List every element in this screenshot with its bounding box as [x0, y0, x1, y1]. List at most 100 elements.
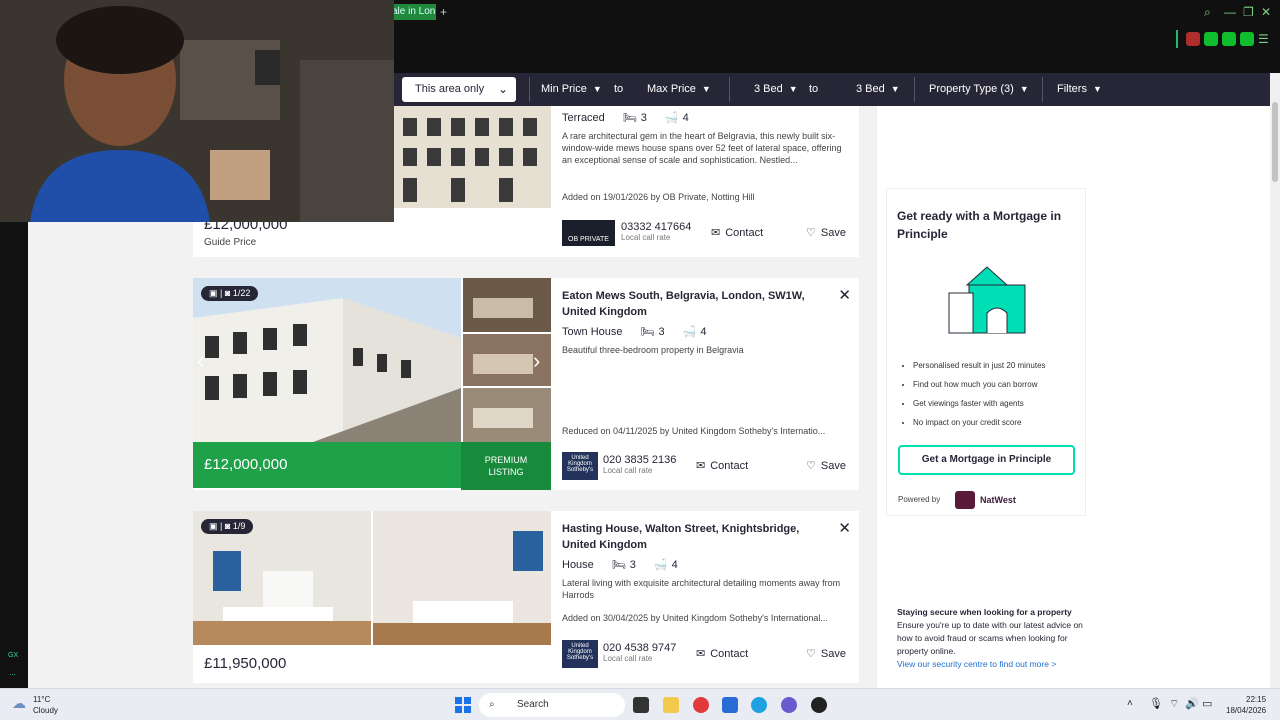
contact-button[interactable]: ✉ Contact — [696, 647, 748, 661]
bed-count: 🛏 3 — [640, 325, 665, 339]
clock-date[interactable]: 18/04/2026 — [1226, 706, 1266, 715]
profile-icon[interactable] — [1222, 32, 1236, 46]
chevron-down-icon: ⌄ — [497, 82, 508, 96]
mail-icon: ✉ — [696, 648, 706, 660]
listing-address[interactable]: Eaton Mews South, Belgravia, London, SW1… — [562, 288, 822, 320]
minimize-icon[interactable]: — — [1224, 5, 1236, 19]
store-icon[interactable] — [722, 697, 738, 713]
discord-icon[interactable] — [781, 697, 797, 713]
bath-count: 🛁 4 — [664, 111, 689, 125]
max-price-dropdown[interactable]: Max Price ▼ — [647, 73, 711, 106]
taskbar-search[interactable]: ⌕ Search — [479, 693, 625, 717]
listing-info: Eaton Mews South, Belgravia, London, SW1… — [562, 278, 849, 356]
agent-logo[interactable]: OB PRIVATE — [562, 220, 615, 246]
bath-count: 🛁 4 — [653, 558, 678, 572]
added-date: Added on 19/01/2026 by OB Private, Notti… — [562, 192, 755, 202]
property-type: Town House — [562, 325, 623, 338]
webcam-overlay — [0, 0, 394, 222]
agent-logo[interactable]: United Kingdom Sotheby's — [562, 640, 598, 668]
clock-time[interactable]: 22:15 — [1246, 695, 1266, 704]
save-button[interactable]: ♡ Save — [806, 226, 846, 240]
bed-count: 🛏 3 — [611, 558, 636, 572]
close-icon[interactable]: ✕ — [838, 286, 851, 304]
bath-icon: 🛁 — [653, 559, 668, 571]
gx-label[interactable]: GX — [8, 652, 18, 659]
property-type: Terraced — [562, 111, 605, 124]
bath-count: 🛁 4 — [682, 325, 707, 339]
search-filter-bar: This area only ⌄ Min Price ▼ to Max Price… — [394, 73, 1270, 106]
save-button[interactable]: ♡ Save — [806, 647, 846, 661]
opera-icon[interactable] — [693, 697, 709, 713]
next-image-arrow[interactable]: › — [533, 348, 540, 374]
listing-address[interactable]: Hasting House, Walton Street, Knightsbri… — [562, 521, 822, 553]
browser-tab[interactable]: ale in Lon — [388, 4, 436, 20]
photo-counter: ▣ | ◙ 1/9 — [201, 519, 254, 534]
security-text: Ensure you're up to date with our latest… — [897, 620, 1083, 656]
task-view-icon[interactable] — [633, 697, 649, 713]
mail-icon: ✉ — [711, 227, 721, 239]
listing-card[interactable]: ▣ | ◙ 1/22 ‹ › £12,000,000 PREMIUM LISTI… — [193, 278, 859, 490]
natwest-logo — [955, 491, 975, 509]
listing-info: Hasting House, Walton Street, Knightsbri… — [562, 511, 849, 601]
weather-temp[interactable]: 11°C — [33, 695, 50, 704]
agent-logo[interactable]: United Kingdom Sotheby's — [562, 452, 598, 480]
min-bed-dropdown[interactable]: 3 Bed ▼ — [754, 73, 798, 106]
added-date: Added on 30/04/2025 by United Kingdom So… — [562, 613, 828, 623]
contact-button[interactable]: ✉ Contact — [696, 459, 748, 473]
microphone-icon[interactable]: 🎙 — [1149, 697, 1163, 710]
security-link[interactable]: View our security centre to find out mor… — [897, 659, 1056, 669]
weather-icon: ☁ — [12, 695, 26, 711]
chevron-up-icon[interactable]: ˄ — [1127, 698, 1133, 709]
wifi-icon[interactable]: ⌔ — [1169, 697, 1179, 711]
max-bed-dropdown[interactable]: 3 Bed ▼ — [856, 73, 900, 106]
property-type-dropdown[interactable]: Property Type (3) ▼ — [929, 73, 1029, 106]
agent-phone[interactable]: 020 3835 2136 Local call rate — [603, 454, 676, 475]
mortgage-button[interactable]: Get a Mortgage in Principle — [898, 445, 1075, 475]
filters-label: Filters — [1057, 83, 1087, 95]
volume-icon[interactable]: 🔊 — [1185, 697, 1199, 710]
min-price-label: Min Price — [541, 83, 587, 95]
bath-icon: 🛁 — [682, 326, 697, 338]
edge-icon[interactable] — [751, 697, 767, 713]
agent-phone[interactable]: 020 4538 9747 Local call rate — [603, 642, 676, 663]
download-icon[interactable] — [1240, 32, 1254, 46]
powered-by: Powered by — [898, 495, 941, 504]
max-price-label: Max Price — [647, 83, 696, 95]
min-price-dropdown[interactable]: Min Price ▼ — [541, 73, 602, 106]
battery-icon[interactable]: ▭ — [1202, 697, 1212, 710]
area-dropdown[interactable]: This area only ⌄ — [402, 77, 516, 102]
save-button[interactable]: ♡ Save — [806, 459, 846, 473]
filters-button[interactable]: Filters ▼ — [1057, 73, 1102, 106]
contact-button[interactable]: ✉ Contact — [711, 226, 763, 240]
chevron-down-icon: ▼ — [1092, 84, 1102, 94]
listing-image[interactable] — [393, 106, 551, 208]
restore-icon[interactable]: ❐ — [1243, 5, 1254, 19]
close-icon[interactable]: ✕ — [838, 519, 851, 537]
image-icon: ▣ — [209, 521, 218, 531]
listing-gallery[interactable]: ▣ | ◙ 1/22 ‹ › — [193, 278, 551, 442]
agent-phone[interactable]: 03332 417664 Local call rate — [621, 221, 691, 242]
menu-icon[interactable]: ☰ — [1258, 32, 1269, 46]
search-icon[interactable]: ⌕ — [1204, 5, 1211, 20]
extension-icon[interactable] — [1186, 32, 1200, 46]
new-tab-button[interactable]: + — [440, 4, 447, 20]
listing-card[interactable]: ▣ | ◙ 1/9 £11,950,000 Hasting House, Wal… — [193, 511, 859, 683]
mail-icon: ✉ — [696, 460, 706, 472]
property-type: House — [562, 558, 594, 571]
weather-desc[interactable]: Cloudy — [33, 706, 58, 715]
browser-sidebar: GX ... — [0, 222, 28, 688]
image-icon: ▣ — [209, 288, 218, 298]
more-icon[interactable]: ... — [9, 668, 16, 677]
phone-note: Local call rate — [621, 233, 671, 242]
extension-icon[interactable] — [1204, 32, 1218, 46]
scrollbar-thumb[interactable] — [1272, 102, 1278, 182]
file-explorer-icon[interactable] — [663, 697, 679, 713]
windows-start-icon[interactable] — [455, 697, 471, 713]
type-line: Town House 🛏 3 🛁 4 — [562, 325, 849, 339]
close-window-icon[interactable]: ✕ — [1261, 5, 1271, 19]
app-icon[interactable] — [811, 697, 827, 713]
photo-counter: ▣ | ◙ 1/22 — [201, 286, 259, 301]
bed-count: 🛏 3 — [622, 111, 647, 125]
prev-image-arrow[interactable]: ‹ — [197, 348, 204, 374]
listing-gallery[interactable]: ▣ | ◙ 1/9 — [193, 511, 551, 645]
